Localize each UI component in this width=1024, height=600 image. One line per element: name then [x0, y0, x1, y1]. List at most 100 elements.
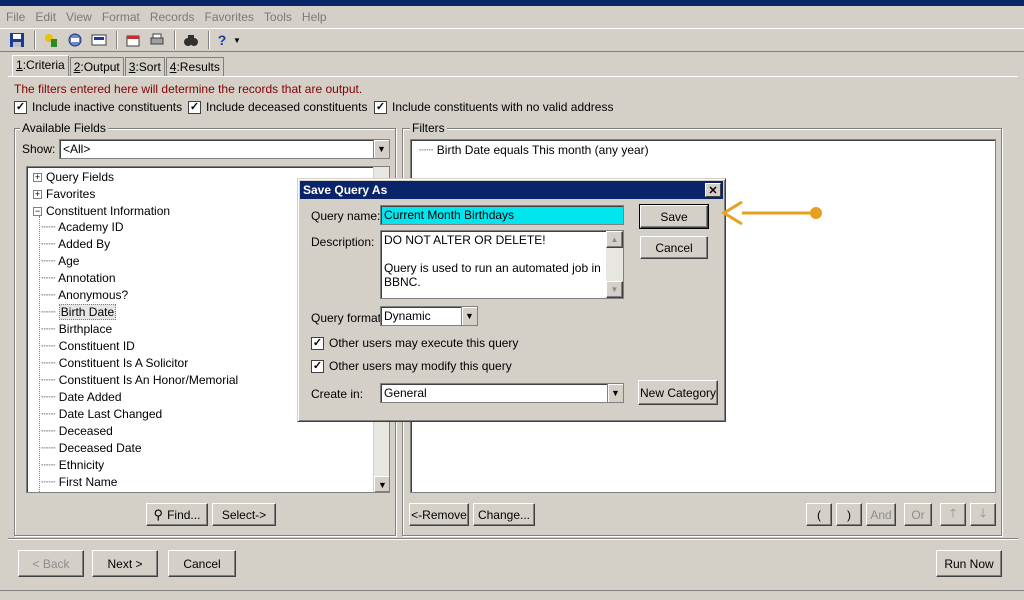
change-button[interactable]: Change... — [473, 503, 535, 526]
show-select[interactable]: <All> ▼ — [59, 139, 390, 159]
tree-connector: ┄┄ — [41, 373, 56, 387]
back-button[interactable]: < Back — [18, 550, 84, 577]
menu-records[interactable]: Records — [150, 10, 195, 24]
help-dropdown-icon[interactable]: ▼ — [232, 30, 242, 50]
tree-item-label: Constituent Is A Solicitor — [58, 356, 189, 370]
run-now-button[interactable]: Run Now — [936, 550, 1002, 577]
select-button[interactable]: Select-> — [212, 503, 276, 526]
next-button[interactable]: Next > — [92, 550, 158, 577]
print-icon[interactable] — [146, 30, 168, 50]
menu-format[interactable]: Format — [102, 10, 140, 24]
remove-button[interactable]: <-Remove — [409, 503, 469, 526]
tree-item-birthplace[interactable]: ┄┄ Birthplace — [41, 322, 112, 336]
tree-item-academy-id[interactable]: ┄┄ Academy ID — [41, 220, 123, 234]
menu-edit[interactable]: Edit — [35, 10, 56, 24]
tree-item-label: Academy ID — [58, 220, 124, 234]
tab-strip: 1:Criteria 2:Output 3:Sort 4:Results — [12, 55, 225, 77]
close-paren-button[interactable]: ) — [836, 503, 862, 526]
tree-item-query-fields[interactable]: + Query Fields — [33, 170, 114, 184]
menu-favorites[interactable]: Favorites — [205, 10, 254, 24]
or-button-label: Or — [911, 507, 925, 522]
collapse-icon[interactable]: − — [33, 207, 42, 217]
execute-label: Other users may execute this query — [329, 336, 519, 350]
menu-view[interactable]: View — [66, 10, 92, 24]
tab-sort-label: :Sort — [135, 60, 161, 74]
menu-help[interactable]: Help — [302, 10, 327, 24]
export-icon[interactable] — [40, 30, 62, 50]
description-textarea[interactable]: DO NOT ALTER OR DELETE! Query is used to… — [380, 230, 624, 299]
scroll-down-button[interactable]: ▼ — [374, 476, 389, 492]
tree-item-constituent-id[interactable]: ┄┄ Constituent ID — [41, 339, 135, 353]
tree-item-date-added[interactable]: ┄┄ Date Added — [41, 390, 122, 404]
properties-icon[interactable] — [122, 30, 144, 50]
tree-item-label: Deceased Date — [58, 441, 142, 455]
menu-tools[interactable]: Tools — [264, 10, 292, 24]
tree-item-date-last-changed[interactable]: ┄┄ Date Last Changed — [41, 407, 162, 421]
tree-item-birth-date[interactable]: ┄┄ Birth Date — [41, 304, 117, 320]
preview-icon[interactable] — [64, 30, 86, 50]
print-setup-icon[interactable] — [88, 30, 110, 50]
tree-item-deceased-date[interactable]: ┄┄ Deceased Date — [41, 441, 142, 455]
tab-results[interactable]: 4:Results — [165, 57, 224, 76]
tab-criteria[interactable]: 1:Criteria — [12, 55, 69, 76]
chevron-down-icon[interactable]: ▼ — [373, 140, 389, 158]
tree-item-constituent-information[interactable]: − Constituent Information — [33, 204, 170, 218]
save-icon[interactable] — [6, 30, 28, 50]
tab-sort[interactable]: 3:Sort — [124, 57, 165, 76]
tree-item-favorites[interactable]: + Favorites — [33, 187, 95, 201]
tree-connector: ┄┄ — [41, 339, 56, 353]
scroll-down-button[interactable]: ▼ — [606, 281, 623, 298]
tree-item-first-name[interactable]: ┄┄ First Name — [41, 475, 117, 489]
tab-output[interactable]: 2:Output — [69, 57, 124, 76]
filter-item[interactable]: ┄┄ Birth Date equals This month (any yea… — [419, 143, 649, 157]
tab-criteria-num: 1 — [16, 58, 23, 72]
move-down-button[interactable]: 🡓 — [970, 503, 996, 526]
query-name-input[interactable]: Current Month Birthdays — [380, 205, 624, 225]
tree-item-ethnicity[interactable]: ┄┄ Ethnicity — [41, 458, 104, 472]
tab-panel-border — [8, 76, 1018, 77]
close-icon[interactable]: ✕ — [705, 183, 721, 197]
tree-item-constituent-is-a-solicitor[interactable]: ┄┄ Constituent Is A Solicitor — [41, 356, 188, 370]
menu-bar: File Edit View Format Records Favorites … — [0, 6, 1024, 28]
scroll-up-button[interactable]: ▲ — [606, 231, 623, 248]
tree-connector: ┄┄ — [41, 424, 56, 438]
and-button[interactable]: And — [866, 503, 896, 526]
include-no-address-checkbox[interactable]: ✓ Include constituents with no valid addr… — [374, 100, 613, 114]
open-paren-button[interactable]: ( — [806, 503, 832, 526]
find-icon[interactable] — [180, 30, 202, 50]
dialog-cancel-button[interactable]: Cancel — [640, 236, 708, 259]
cancel-button[interactable]: Cancel — [168, 550, 236, 577]
dialog-cancel-label: Cancel — [655, 240, 693, 255]
tree-connector: ┄┄ — [41, 254, 56, 268]
expand-icon[interactable]: + — [33, 190, 42, 200]
chevron-down-icon[interactable]: ▼ — [607, 384, 623, 402]
include-inactive-checkbox[interactable]: ✓ Include inactive constituents — [14, 100, 182, 114]
or-button[interactable]: Or — [904, 503, 932, 526]
find-button[interactable]: ⚲ Find... — [146, 503, 208, 526]
tree-item-anonymous[interactable]: ┄┄ Anonymous? — [41, 288, 128, 302]
query-format-select[interactable]: Dynamic ▼ — [380, 306, 478, 326]
arrow-up-icon: 🡑 — [949, 506, 957, 520]
execute-checkbox[interactable]: ✓ Other users may execute this query — [311, 336, 518, 350]
tree-item-age[interactable]: ┄┄ Age — [41, 254, 79, 268]
tree-item-deceased[interactable]: ┄┄ Deceased — [41, 424, 113, 438]
tree-item-constituent-is-honor-memorial[interactable]: ┄┄ Constituent Is An Honor/Memorial — [41, 373, 238, 387]
description-line: BBNC. — [384, 275, 421, 289]
modify-checkbox[interactable]: ✓ Other users may modify this query — [311, 359, 512, 373]
chevron-down-icon[interactable]: ▼ — [461, 307, 477, 325]
query-name-label: Query name: — [311, 209, 381, 223]
tree-connector: ┄┄ — [419, 143, 434, 157]
expand-icon[interactable]: + — [33, 173, 42, 183]
description-scrollbar[interactable]: ▲ ▼ — [606, 231, 623, 298]
include-deceased-checkbox[interactable]: ✓ Include deceased constituents — [188, 100, 367, 114]
move-up-button[interactable]: 🡑 — [940, 503, 966, 526]
tree-item-added-by[interactable]: ┄┄ Added By — [41, 237, 110, 251]
create-in-select[interactable]: General ▼ — [380, 383, 624, 403]
toolbar-separator — [34, 31, 36, 49]
tree-item-annotation[interactable]: ┄┄ Annotation — [41, 271, 116, 285]
save-button[interactable]: Save — [639, 204, 709, 229]
toolbar: ? ▼ — [0, 28, 1024, 52]
new-category-button[interactable]: New Category — [638, 380, 718, 405]
menu-file[interactable]: File — [6, 10, 25, 24]
help-icon[interactable]: ? — [214, 30, 230, 50]
